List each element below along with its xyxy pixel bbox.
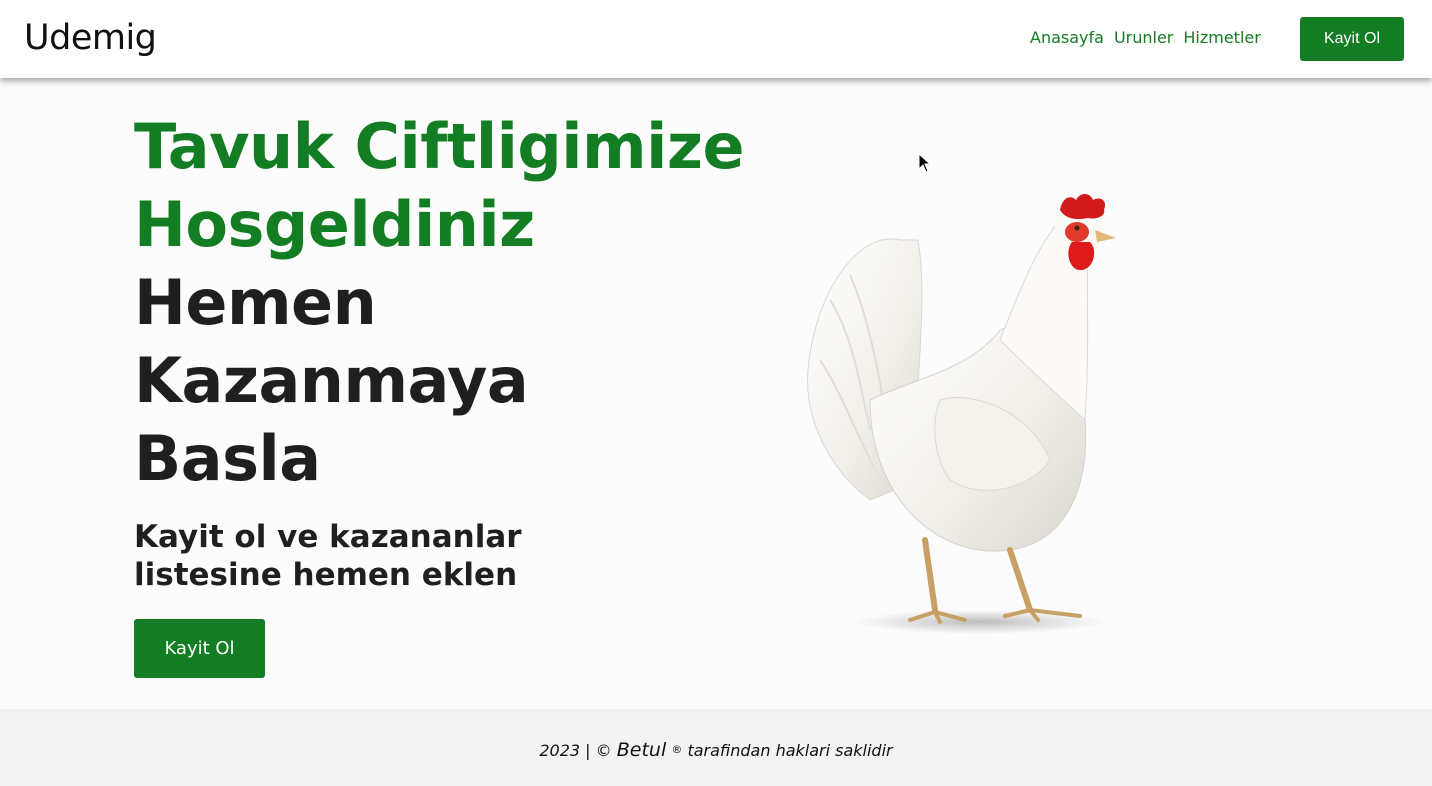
headline-line: Basla bbox=[134, 422, 321, 495]
footer-suffix: tarafindan haklari saklidir bbox=[687, 741, 893, 760]
nav-links: Anasayfa Urunler Hizmetler bbox=[1030, 28, 1261, 47]
nav-link-hizmetler[interactable]: Hizmetler bbox=[1183, 28, 1260, 47]
registered-mark: ® bbox=[671, 743, 683, 756]
hero-text: Tavuk Ciftligimize Hosgeldiniz Hemen Kaz… bbox=[134, 108, 754, 594]
headline-line: Hemen bbox=[134, 266, 377, 339]
headline-line: Kazanmaya bbox=[134, 344, 529, 417]
nav-link-anasayfa[interactable]: Anasayfa bbox=[1030, 28, 1104, 47]
footer-prefix: 2023 | © bbox=[539, 741, 612, 760]
hero-headline: Tavuk Ciftligimize Hosgeldiniz Hemen Kaz… bbox=[134, 108, 754, 498]
brand-logo[interactable]: Udemig bbox=[24, 18, 157, 58]
top-navbar: Udemig Anasayfa Urunler Hizmetler Kayit … bbox=[0, 0, 1432, 78]
footer-author: Betul bbox=[616, 739, 667, 761]
footer: 2023 | © Betul ® tarafindan haklari sakl… bbox=[0, 709, 1432, 786]
hero-signup-button[interactable]: Kayit Ol bbox=[134, 619, 265, 678]
headline-line: Hosgeldiniz bbox=[134, 188, 535, 261]
mouse-pointer-icon bbox=[918, 152, 932, 173]
headline-line: Tavuk Ciftligimize bbox=[134, 110, 745, 183]
footer-copyright: 2023 | © Betul ® tarafindan haklari sakl… bbox=[0, 739, 1432, 761]
nav-link-urunler[interactable]: Urunler bbox=[1114, 28, 1173, 47]
hero-subheadline: Kayit ol ve kazananlar listesine hemen e… bbox=[134, 519, 522, 593]
nav-signup-button[interactable]: Kayit Ol bbox=[1300, 17, 1404, 61]
hen-image bbox=[790, 180, 1150, 640]
